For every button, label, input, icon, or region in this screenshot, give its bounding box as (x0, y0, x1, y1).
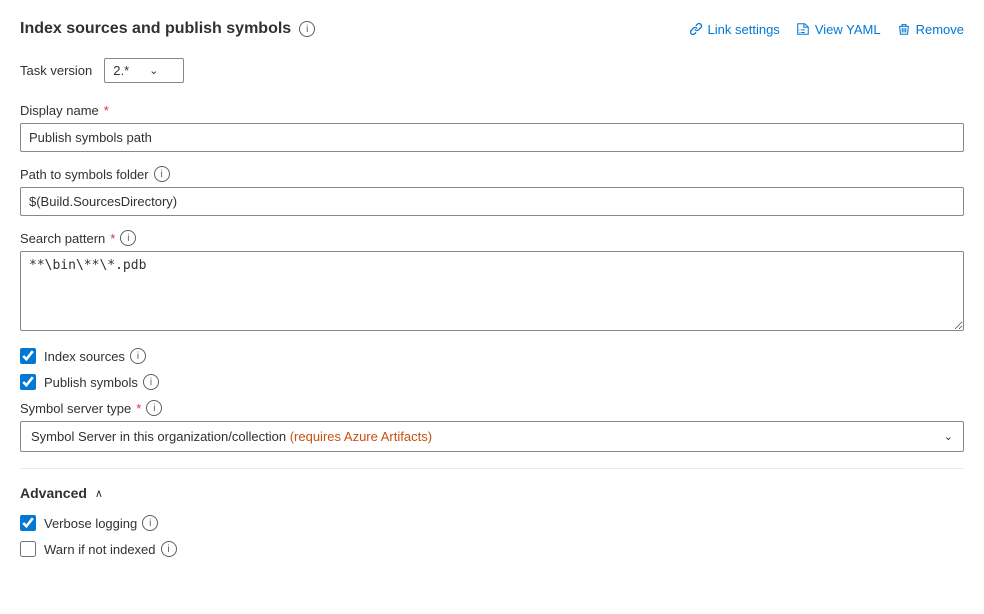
view-yaml-label: View YAML (815, 22, 881, 37)
index-sources-row: Index sources i (20, 348, 964, 364)
advanced-title: Advanced (20, 485, 87, 501)
verbose-logging-row: Verbose logging i (20, 515, 964, 531)
advanced-header[interactable]: Advanced ∧ (20, 485, 964, 501)
path-symbols-folder-info-icon[interactable]: i (154, 166, 170, 182)
remove-icon (897, 22, 911, 36)
symbol-server-type-value: Symbol Server in this organization/colle… (31, 429, 944, 444)
title-info-icon[interactable]: i (299, 21, 315, 37)
symbol-server-type-chevron-icon: ⌄ (944, 430, 953, 443)
task-version-label: Task version (20, 63, 92, 78)
symbol-server-type-select[interactable]: Symbol Server in this organization/colle… (20, 421, 964, 452)
warn-not-indexed-info-icon[interactable]: i (161, 541, 177, 557)
display-name-input[interactable] (20, 123, 964, 152)
symbol-server-type-group: Symbol server type * i Symbol Server in … (20, 400, 964, 452)
header-left: Index sources and publish symbols i (20, 20, 315, 38)
symbol-server-type-required: * (136, 401, 141, 416)
link-icon (689, 22, 703, 36)
index-sources-label[interactable]: Index sources i (44, 348, 146, 364)
verbose-logging-info-icon[interactable]: i (142, 515, 158, 531)
path-symbols-folder-input[interactable] (20, 187, 964, 216)
display-name-group: Display name * (20, 103, 964, 152)
task-version-chevron-icon: ⌄ (149, 64, 158, 77)
yaml-icon (796, 22, 810, 36)
link-settings-label: Link settings (708, 22, 780, 37)
publish-symbols-label[interactable]: Publish symbols i (44, 374, 159, 390)
task-version-select[interactable]: 2.* ⌄ (104, 58, 184, 83)
page-header: Index sources and publish symbols i Link… (20, 20, 964, 38)
path-symbols-folder-group: Path to symbols folder i (20, 166, 964, 216)
symbol-server-type-info-icon[interactable]: i (146, 400, 162, 416)
search-pattern-info-icon[interactable]: i (120, 230, 136, 246)
publish-symbols-checkbox[interactable] (20, 374, 36, 390)
warn-not-indexed-label[interactable]: Warn if not indexed i (44, 541, 177, 557)
symbol-server-type-suffix: (requires Azure Artifacts) (290, 429, 432, 444)
warn-not-indexed-row: Warn if not indexed i (20, 541, 964, 557)
publish-symbols-row: Publish symbols i (20, 374, 964, 390)
search-pattern-input[interactable]: **\bin\**\*.pdb (20, 251, 964, 331)
warn-not-indexed-checkbox[interactable] (20, 541, 36, 557)
verbose-logging-label[interactable]: Verbose logging i (44, 515, 158, 531)
link-settings-button[interactable]: Link settings (689, 22, 780, 37)
index-sources-checkbox[interactable] (20, 348, 36, 364)
symbol-server-type-label: Symbol server type * i (20, 400, 964, 416)
task-version-value: 2.* (113, 63, 129, 78)
display-name-required: * (104, 103, 109, 118)
index-sources-info-icon[interactable]: i (130, 348, 146, 364)
header-actions: Link settings View YAML Remove (689, 22, 964, 37)
publish-symbols-info-icon[interactable]: i (143, 374, 159, 390)
search-pattern-group: Search pattern * i **\bin\**\*.pdb (20, 230, 964, 334)
verbose-logging-checkbox[interactable] (20, 515, 36, 531)
section-divider (20, 468, 964, 469)
advanced-chevron-icon: ∧ (95, 487, 103, 500)
page-title: Index sources and publish symbols (20, 20, 291, 38)
remove-label: Remove (916, 22, 964, 37)
path-symbols-folder-label: Path to symbols folder i (20, 166, 964, 182)
search-pattern-label: Search pattern * i (20, 230, 964, 246)
remove-button[interactable]: Remove (897, 22, 964, 37)
search-pattern-required: * (110, 231, 115, 246)
display-name-label: Display name * (20, 103, 964, 118)
view-yaml-button[interactable]: View YAML (796, 22, 881, 37)
task-version-row: Task version 2.* ⌄ (20, 58, 964, 83)
